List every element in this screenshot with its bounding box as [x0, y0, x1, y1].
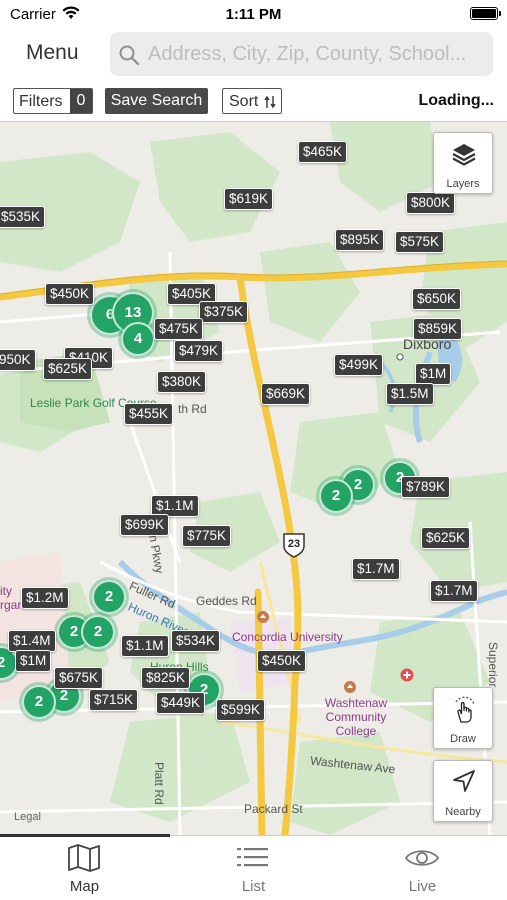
- price-tag[interactable]: $575K: [395, 231, 445, 253]
- battery-icon: [470, 7, 501, 20]
- layers-label: Layers: [446, 178, 480, 190]
- loading-status: Loading...: [418, 92, 494, 109]
- listing-cluster[interactable]: 2: [92, 580, 126, 614]
- price-tag[interactable]: $475K: [154, 318, 204, 340]
- search-box[interactable]: [110, 32, 493, 76]
- price-tag[interactable]: $775K: [182, 525, 232, 547]
- sort-button[interactable]: Sort: [222, 88, 282, 114]
- sort-arrows-icon: [263, 94, 277, 115]
- nearby-button[interactable]: Nearby: [433, 760, 493, 822]
- route-23-number: 23: [287, 538, 301, 550]
- price-tag[interactable]: $455K: [124, 403, 174, 425]
- listing-cluster[interactable]: 2: [319, 479, 353, 513]
- legal-link[interactable]: Legal: [14, 811, 41, 823]
- route-23-shield: 23: [282, 532, 306, 558]
- filters-label: Filters: [19, 93, 63, 110]
- price-tag[interactable]: $825K: [141, 667, 191, 689]
- tab-bar: Map List Live: [0, 834, 507, 900]
- layers-button[interactable]: Layers: [433, 132, 493, 194]
- price-tag[interactable]: $859K: [413, 318, 463, 340]
- layers-icon: [450, 141, 478, 174]
- price-tag[interactable]: $479K: [174, 340, 224, 362]
- sort-label: Sort: [229, 93, 259, 110]
- dixboro-dot-icon: [396, 348, 404, 366]
- th-rd-label: th Rd: [178, 402, 207, 416]
- washtenaw-cc-label: Washtenaw Community College: [324, 696, 388, 738]
- location-arrow-icon: [451, 768, 477, 799]
- college-pin-icon: [343, 680, 357, 699]
- search-input[interactable]: [148, 32, 488, 76]
- status-bar: Carrier 1:11 PM: [0, 0, 507, 28]
- menu-button[interactable]: Menu: [26, 41, 79, 65]
- price-tag[interactable]: $650K: [412, 288, 462, 310]
- price-tag[interactable]: 950K: [0, 349, 36, 371]
- eye-icon: [404, 843, 440, 878]
- listing-cluster[interactable]: 2: [81, 615, 115, 649]
- draw-hand-icon: [450, 694, 478, 731]
- tab-live-label: Live: [408, 878, 437, 895]
- price-tag[interactable]: $895K: [335, 229, 385, 251]
- draw-label: Draw: [450, 733, 476, 745]
- price-tag[interactable]: $534K: [171, 630, 221, 652]
- filters-button[interactable]: Filters 0: [13, 88, 93, 114]
- price-tag[interactable]: $465K: [298, 141, 348, 163]
- concordia-label: Concordia University: [232, 630, 343, 644]
- price-tag[interactable]: $789K: [401, 476, 451, 498]
- save-search-button[interactable]: Save Search: [105, 88, 208, 114]
- price-tag[interactable]: $450K: [45, 283, 95, 305]
- tab-live[interactable]: Live: [338, 836, 507, 900]
- hospital-pin-icon: [400, 668, 414, 687]
- price-tag[interactable]: $375K: [199, 301, 249, 323]
- nearby-label: Nearby: [445, 806, 481, 818]
- price-tag[interactable]: $599K: [216, 699, 266, 721]
- map-icon: [66, 843, 102, 878]
- price-tag[interactable]: $535K: [0, 206, 46, 228]
- price-tag[interactable]: $1.5M: [386, 383, 434, 405]
- draw-button[interactable]: Draw: [433, 687, 493, 749]
- price-tag[interactable]: $1M: [15, 650, 52, 672]
- price-tag[interactable]: $715K: [89, 689, 139, 711]
- price-tag[interactable]: $499K: [334, 354, 384, 376]
- search-icon: [118, 44, 140, 71]
- price-tag[interactable]: $619K: [224, 188, 274, 210]
- price-tag[interactable]: $450K: [257, 650, 307, 672]
- clock: 1:11 PM: [225, 6, 282, 23]
- tab-map-label: Map: [69, 878, 100, 895]
- listing-cluster[interactable]: 2: [22, 685, 56, 719]
- superior-label: Superior: [486, 642, 500, 688]
- listing-cluster[interactable]: 4: [121, 322, 155, 356]
- list-icon: [235, 843, 271, 878]
- price-tag[interactable]: $1M: [415, 363, 452, 385]
- price-tag[interactable]: $625K: [43, 358, 93, 380]
- header: Menu: [0, 28, 507, 84]
- price-tag[interactable]: $1.4M: [8, 630, 56, 652]
- price-tag[interactable]: $1.1M: [121, 635, 169, 657]
- price-tag[interactable]: $1.7M: [430, 580, 478, 602]
- map-view[interactable]: Leslie Park Golf Course Dixboro Concordi…: [0, 122, 507, 835]
- price-tag[interactable]: $625K: [421, 527, 471, 549]
- toolbar: Filters 0 Save Search Sort Loading...: [0, 84, 507, 122]
- price-tag[interactable]: $800K: [406, 192, 456, 214]
- price-tag[interactable]: $675K: [54, 667, 104, 689]
- packard-st-label: Packard St: [244, 802, 303, 816]
- filters-count-badge: 0: [70, 89, 92, 113]
- tab-map[interactable]: Map: [0, 836, 169, 900]
- tab-list[interactable]: List: [169, 836, 338, 900]
- price-tag[interactable]: $380K: [157, 371, 207, 393]
- price-tag[interactable]: $449K: [156, 692, 206, 714]
- platt-rd-label: Platt Rd: [152, 762, 166, 805]
- geddes-rd-label: Geddes Rd: [196, 594, 257, 608]
- university-pin-icon: [256, 610, 270, 629]
- city-label: ity: [0, 584, 12, 598]
- price-tag[interactable]: $1.7M: [352, 558, 400, 580]
- price-tag[interactable]: $699K: [120, 514, 170, 536]
- tab-list-label: List: [241, 878, 266, 895]
- price-tag[interactable]: $669K: [261, 383, 311, 405]
- price-tag[interactable]: $1.2M: [21, 587, 69, 609]
